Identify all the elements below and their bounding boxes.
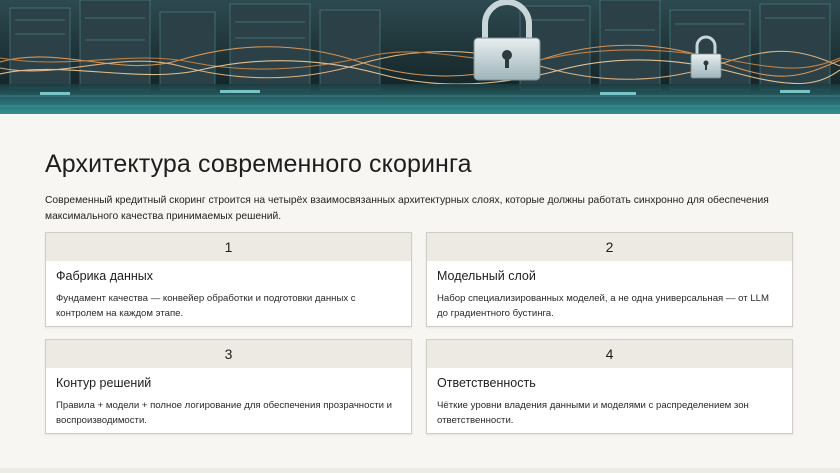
card-text: Набор специализированных моделей, а не о… [437, 293, 770, 319]
card-title: Фабрика данных [56, 269, 154, 283]
card-number: 1 [46, 233, 411, 261]
card-text: Правила + модели + полное логирование дл… [56, 400, 393, 426]
header-banner-image [0, 0, 840, 114]
card-4: 4 Ответственность Чёткие уровни владения… [426, 339, 793, 434]
intro-paragraph: Современный кредитный скоринг строится н… [45, 195, 769, 222]
card-2: 2 Модельный слой Набор специализированны… [426, 232, 793, 327]
card-number: 4 [427, 340, 792, 368]
card-number: 3 [46, 340, 411, 368]
card-text: Чёткие уровни владения данными и моделям… [437, 400, 749, 426]
bottom-divider [0, 468, 840, 473]
card-number: 2 [427, 233, 792, 261]
card-1: 1 Фабрика данных Фундамент качества — ко… [45, 232, 412, 327]
page-title: Архитектура современного скоринга [45, 150, 472, 178]
card-title: Ответственность [437, 376, 536, 390]
card-3: 3 Контур решений Правила + модели + полн… [45, 339, 412, 434]
card-title: Контур решений [56, 376, 152, 390]
card-title: Модельный слой [437, 269, 536, 283]
card-text: Фундамент качества — конвейер обработки … [56, 293, 356, 319]
